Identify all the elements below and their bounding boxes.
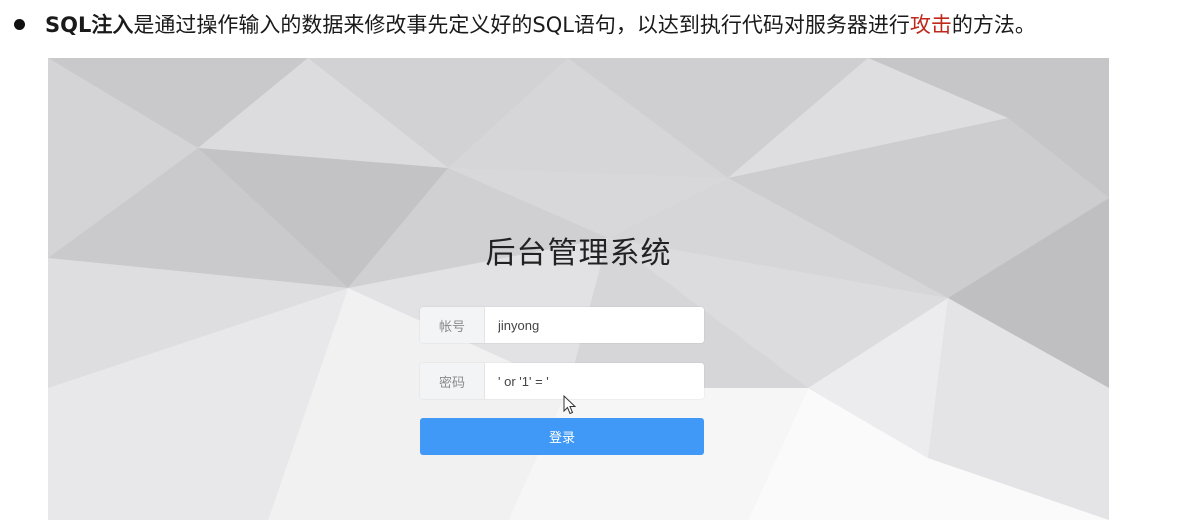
- password-input[interactable]: [485, 363, 704, 399]
- login-button[interactable]: 登录: [420, 418, 704, 455]
- username-label: 帐号: [420, 307, 485, 343]
- bullet-dot-icon: [14, 18, 25, 30]
- caption-text: 是通过操作输入的数据来修改事先定义好的SQL语句，以达到执行代码对服务器进行: [133, 13, 910, 37]
- caption-text-end: 的方法。: [951, 13, 1036, 37]
- password-label: 密码: [420, 363, 485, 399]
- caption-highlight: 攻击: [909, 13, 952, 37]
- caption-bold-term: SQL注入: [45, 13, 134, 37]
- login-page-screenshot: 后台管理系统 帐号 密码 登录: [48, 58, 1109, 520]
- username-input[interactable]: [485, 307, 704, 343]
- password-field: 密码: [420, 363, 704, 399]
- login-title: 后台管理系统: [485, 236, 672, 271]
- mouse-pointer-icon: [563, 395, 577, 415]
- caption-bullet: SQL注入 是通过操作输入的数据来修改事先定义好的SQL语句，以达到执行代码对服务…: [14, 6, 1036, 42]
- slide: SQL注入 是通过操作输入的数据来修改事先定义好的SQL语句，以达到执行代码对服务…: [0, 0, 1189, 520]
- username-field: 帐号: [420, 307, 704, 343]
